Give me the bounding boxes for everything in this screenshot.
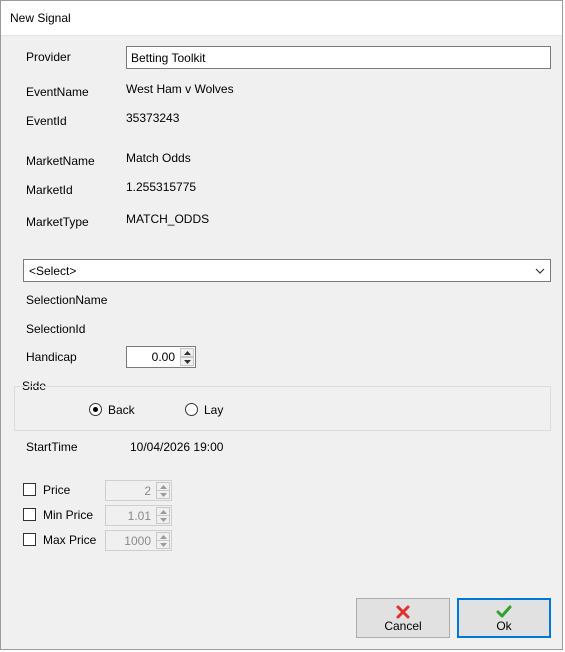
arrow-up-icon xyxy=(160,535,167,539)
price-stepper[interactable]: 2 xyxy=(105,480,172,501)
min-price-label: Min Price xyxy=(43,508,94,522)
arrow-up-icon xyxy=(184,351,191,355)
min-price-checkbox[interactable] xyxy=(23,508,36,521)
back-radio-label[interactable]: Back xyxy=(108,403,135,417)
new-signal-dialog: New Signal Provider EventName West Ham v… xyxy=(0,0,563,650)
market-name-label: MarketName xyxy=(26,154,95,168)
chevron-down-icon xyxy=(535,268,545,274)
selection-name-label: SelectionName xyxy=(26,293,108,307)
cancel-button[interactable]: Cancel xyxy=(356,598,450,638)
lay-radio[interactable] xyxy=(185,403,198,416)
market-id-value: 1.255315775 xyxy=(126,180,197,194)
min-price-spin-buttons xyxy=(156,507,170,524)
event-id-value: 35373243 xyxy=(126,111,180,125)
selection-id-label: SelectionId xyxy=(26,322,86,336)
price-checkbox[interactable] xyxy=(23,483,36,496)
ok-button-label: Ok xyxy=(496,619,512,633)
start-time-value: 10/04/2026 19:00 xyxy=(130,440,224,454)
price-down-button[interactable] xyxy=(156,490,170,499)
back-radio[interactable] xyxy=(89,403,102,416)
price-spin-buttons xyxy=(156,482,170,499)
market-id-label: MarketId xyxy=(26,183,73,197)
max-price-label: Max Price xyxy=(43,533,97,547)
price-label: Price xyxy=(43,483,71,497)
event-name-label: EventName xyxy=(26,85,89,99)
min-price-stepper[interactable]: 1.01 xyxy=(105,505,172,526)
arrow-down-icon xyxy=(184,360,191,364)
handicap-stepper[interactable]: 0.00 xyxy=(126,346,196,368)
handicap-up-button[interactable] xyxy=(180,348,194,357)
market-type-label: MarketType xyxy=(26,215,89,229)
max-price-spin-buttons xyxy=(156,532,170,549)
price-value: 2 xyxy=(144,484,151,498)
handicap-spin-buttons xyxy=(180,348,194,366)
lay-radio-label[interactable]: Lay xyxy=(204,403,223,417)
ok-button[interactable]: Ok xyxy=(457,598,551,638)
provider-label: Provider xyxy=(26,50,71,64)
arrow-down-icon xyxy=(160,518,167,522)
max-price-stepper[interactable]: 1000 xyxy=(105,530,172,551)
selection-combobox[interactable]: <Select> xyxy=(23,259,551,282)
arrow-up-icon xyxy=(160,510,167,514)
handicap-down-button[interactable] xyxy=(180,357,194,366)
event-id-label: EventId xyxy=(26,114,67,128)
start-time-label: StartTime xyxy=(26,440,78,454)
handicap-label: Handicap xyxy=(26,350,77,364)
red-x-icon xyxy=(396,605,410,619)
max-price-value: 1000 xyxy=(124,534,151,548)
market-type-value: MATCH_ODDS xyxy=(126,212,210,226)
arrow-down-icon xyxy=(160,493,167,497)
market-name-value: Match Odds xyxy=(126,151,191,165)
cancel-button-label: Cancel xyxy=(384,619,422,633)
green-check-icon xyxy=(496,605,512,618)
arrow-down-icon xyxy=(160,543,167,547)
min-price-value: 1.01 xyxy=(127,509,151,523)
provider-input[interactable] xyxy=(126,46,551,69)
title-bar: New Signal xyxy=(1,1,562,36)
handicap-value: 0.00 xyxy=(151,350,175,364)
event-name-value: West Ham v Wolves xyxy=(126,82,234,96)
window-title: New Signal xyxy=(10,11,71,25)
max-price-checkbox[interactable] xyxy=(23,533,36,546)
arrow-up-icon xyxy=(160,485,167,489)
min-price-down-button[interactable] xyxy=(156,515,170,524)
selection-combo-value: <Select> xyxy=(29,264,77,278)
max-price-down-button[interactable] xyxy=(156,540,170,549)
